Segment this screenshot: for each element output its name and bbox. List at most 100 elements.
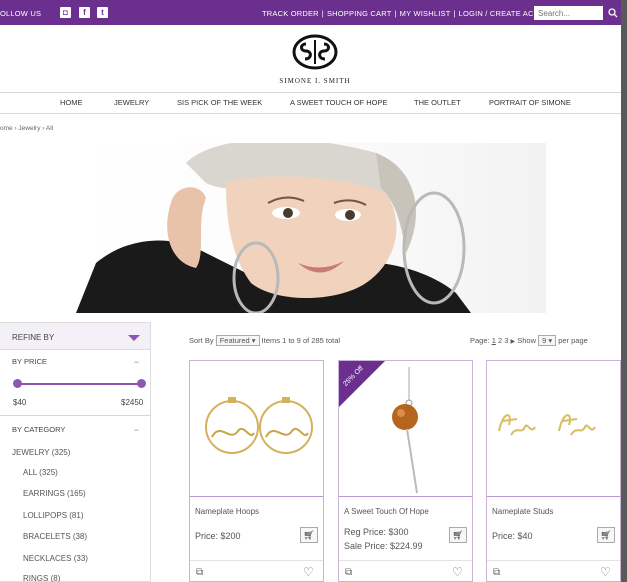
- shopping-cart-link[interactable]: SHOPPING CART: [327, 9, 392, 18]
- page-2-link[interactable]: 2: [498, 336, 502, 345]
- track-order-link[interactable]: TRACK ORDER: [262, 9, 319, 18]
- category-label: ALL: [23, 468, 37, 477]
- wishlist-heart-icon[interactable]: ♡: [600, 565, 611, 579]
- category-filter-header[interactable]: BY CATEGORY −: [0, 425, 151, 435]
- price-filter-header[interactable]: BY PRICE −: [0, 357, 151, 367]
- page-frame: OLLOW US ◘ f t TRACK ORDER | SHOPPING CART…: [0, 0, 621, 582]
- chevron-down-icon[interactable]: [128, 335, 140, 341]
- twitter-icon[interactable]: t: [97, 7, 108, 18]
- refine-by-label: REFINE BY: [12, 333, 55, 342]
- hero-banner: [76, 143, 546, 313]
- product-price: Price: $40: [492, 531, 533, 541]
- add-to-cart-icon[interactable]: 🛒︎: [300, 527, 318, 543]
- wishlist-heart-icon[interactable]: ♡: [303, 565, 314, 579]
- next-page-icon[interactable]: ▶: [511, 339, 516, 345]
- price-filter-label: BY PRICE: [12, 357, 47, 366]
- main-nav: HOME JEWELRY SIS PICK OF THE WEEK A SWEE…: [0, 98, 621, 108]
- category-label: LOLLIPOPS: [23, 511, 68, 520]
- category-earrings[interactable]: EARRINGS (165): [23, 489, 86, 498]
- product-name[interactable]: Nameplate Hoops: [195, 507, 259, 516]
- compare-icon[interactable]: ⧉: [493, 567, 500, 578]
- category-label: NECKLACES: [23, 554, 72, 563]
- category-count: (325): [51, 448, 71, 457]
- product-name[interactable]: Nameplate Studs: [492, 507, 553, 516]
- show-value: 9: [542, 336, 547, 345]
- category-label: JEWELRY: [12, 448, 50, 457]
- category-label: EARRINGS: [23, 489, 65, 498]
- header-divider: [0, 92, 621, 93]
- search-input[interactable]: [534, 6, 603, 20]
- pagination-controls: Page: 1 2 3 ▶ Show 9 ▾ per page: [470, 335, 588, 346]
- nav-home[interactable]: HOME: [60, 98, 83, 107]
- show-label: Show: [517, 336, 536, 345]
- logo-mark-icon: [292, 34, 338, 70]
- category-all[interactable]: ALL (325): [23, 468, 58, 477]
- page-3-link[interactable]: 3: [504, 336, 508, 345]
- price-slider-min-handle[interactable]: [13, 379, 22, 388]
- nav-jewelry[interactable]: JEWELRY: [114, 98, 149, 107]
- brand-name: SIMONE I. SMITH: [279, 77, 351, 85]
- category-bracelets[interactable]: BRACELETS (38): [23, 532, 87, 541]
- brand-logo[interactable]: SIMONE I. SMITH: [270, 34, 360, 89]
- category-count: (165): [67, 489, 86, 498]
- product-card[interactable]: 25% Off A Sweet Touch Of Hope Reg Price:…: [338, 360, 473, 582]
- follow-us-label: OLLOW US: [0, 9, 42, 18]
- wishlist-link[interactable]: MY WISHLIST: [400, 9, 451, 18]
- category-necklaces[interactable]: NECKLACES (33): [23, 554, 88, 563]
- per-page-label: per page: [558, 336, 588, 345]
- wishlist-heart-icon[interactable]: ♡: [452, 565, 463, 579]
- category-filter-label: BY CATEGORY: [12, 425, 66, 434]
- sort-by-label: Sort By: [189, 336, 214, 345]
- category-count: (325): [39, 468, 58, 477]
- category-count: (38): [72, 532, 88, 541]
- nav-outlet[interactable]: THE OUTLET: [414, 98, 461, 107]
- price-slider-max-handle[interactable]: [137, 379, 146, 388]
- page-label: Page:: [470, 336, 490, 345]
- product-reg-price: Reg Price: $300: [344, 527, 409, 537]
- sort-select[interactable]: Featured ▾: [215, 335, 260, 346]
- nav-portrait[interactable]: PORTRAIT OF SIMONE: [489, 98, 571, 107]
- card-divider: [487, 496, 620, 497]
- category-label: RINGS: [23, 574, 49, 582]
- category-lollipops[interactable]: LOLLIPOPS (81): [23, 511, 84, 520]
- card-footer-divider: [190, 560, 323, 561]
- sidebar-divider: [0, 415, 151, 416]
- search-icon[interactable]: [604, 6, 621, 20]
- collapse-icon[interactable]: −: [134, 357, 139, 367]
- product-card[interactable]: Nameplate Studs Price: $40 🛒︎ ⧉ ♡: [486, 360, 621, 582]
- price-slider-track[interactable]: [18, 383, 140, 385]
- add-to-cart-icon[interactable]: 🛒︎: [449, 527, 467, 543]
- category-rings[interactable]: RINGS (8): [23, 574, 60, 582]
- nav-sis-pick[interactable]: SIS PICK OF THE WEEK: [177, 98, 262, 107]
- compare-icon[interactable]: ⧉: [345, 567, 352, 578]
- sort-controls: Sort By Featured ▾ Items 1 to 9 of 285 t…: [189, 335, 340, 346]
- collapse-icon[interactable]: −: [134, 425, 139, 435]
- instagram-icon[interactable]: ◘: [60, 7, 71, 18]
- product-card[interactable]: Nameplate Hoops Price: $200 🛒︎ ⧉ ♡: [189, 360, 324, 582]
- breadcrumb: ome › Jewelry › All: [0, 125, 54, 132]
- compare-icon[interactable]: ⧉: [196, 567, 203, 578]
- category-count: (8): [50, 574, 61, 582]
- product-sale-price: Sale Price: $224.99: [344, 541, 423, 551]
- category-label: BRACELETS: [23, 532, 71, 541]
- add-to-cart-icon[interactable]: 🛒︎: [597, 527, 615, 543]
- sort-value: Featured: [219, 336, 250, 345]
- show-select[interactable]: 9 ▾: [538, 335, 557, 346]
- card-footer-divider: [487, 560, 620, 561]
- card-divider: [190, 496, 323, 497]
- card-footer-divider: [339, 560, 472, 561]
- product-price: Price: $200: [195, 531, 241, 541]
- category-count: (33): [73, 554, 88, 563]
- product-image: [498, 414, 596, 436]
- product-name[interactable]: A Sweet Touch Of Hope: [344, 507, 429, 516]
- facebook-icon[interactable]: f: [79, 7, 90, 18]
- category-jewelry[interactable]: JEWELRY (325): [12, 448, 70, 457]
- items-count: Items 1 to 9 of 285 total: [261, 336, 341, 345]
- card-divider: [339, 496, 472, 497]
- refine-by-header[interactable]: REFINE BY: [0, 323, 150, 350]
- product-image: [205, 397, 313, 454]
- price-min-value: $40: [13, 398, 27, 407]
- nav-divider: [0, 113, 621, 114]
- nav-sweet-touch[interactable]: A SWEET TOUCH OF HOPE: [290, 98, 388, 107]
- page-1-link[interactable]: 1: [492, 336, 496, 345]
